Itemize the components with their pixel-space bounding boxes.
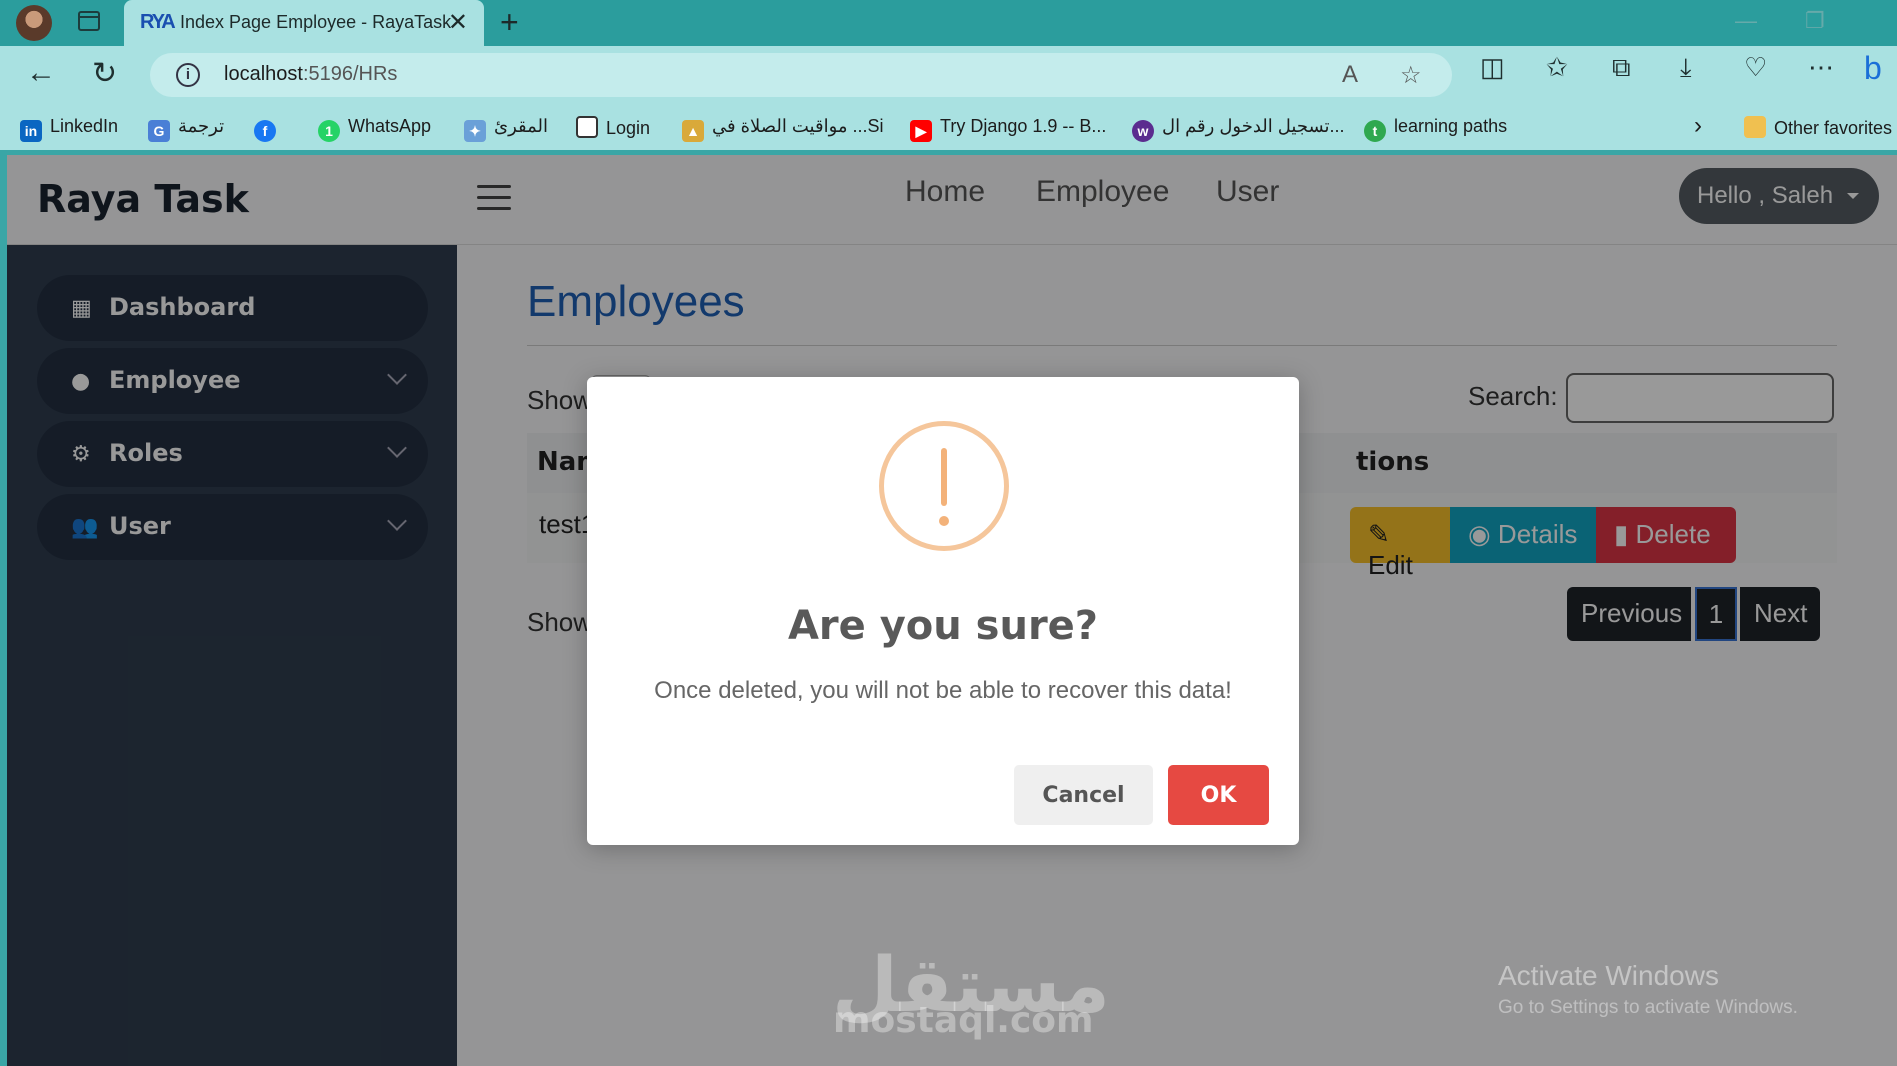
quran-icon: ✦: [464, 120, 486, 142]
copilot-icon[interactable]: b: [1864, 50, 1882, 87]
page-icon: [576, 116, 598, 138]
bookmark-prayer-times[interactable]: ▲ مواقيت الصلاة في ...Si: [682, 116, 884, 142]
read-aloud-icon[interactable]: A: [1342, 61, 1358, 89]
bookmarks-bar: in LinkedIn G ترجمة f 1 WhatsApp ✦ المقرئ Lo…: [0, 110, 1897, 150]
whatsapp-icon: 1: [318, 120, 340, 142]
bookmark-login-number[interactable]: w تسجيل الدخول رقم ال...: [1132, 116, 1345, 142]
learning-icon: t: [1364, 120, 1386, 142]
address-bar[interactable]: i localhost:5196/HRs A ☆: [150, 53, 1452, 97]
url-text: localhost:5196/HRs: [224, 63, 398, 85]
downloads-icon[interactable]: ⤓: [1680, 52, 1692, 84]
split-screen-icon[interactable]: ◫: [1480, 52, 1505, 83]
mosque-icon: ▲: [682, 120, 704, 142]
translate-icon: G: [148, 120, 170, 142]
confirm-delete-dialog: Are you sure? Once deleted, you will not…: [587, 377, 1299, 845]
browser-tab-active[interactable]: RYA Index Page Employee - RayaTask ✕: [124, 0, 484, 46]
bookmark-try-django[interactable]: ▶ Try Django 1.9 -- B...: [910, 116, 1106, 142]
ok-button[interactable]: OK: [1168, 765, 1269, 825]
refresh-icon[interactable]: ↻: [92, 56, 117, 91]
activate-windows-subtitle: Go to Settings to activate Windows.: [1498, 997, 1798, 1018]
activate-windows-title: Activate Windows: [1498, 960, 1719, 991]
web-page: Raya Task Home Employee User Hello , Sal…: [7, 155, 1897, 1066]
bookmark-login[interactable]: Login: [576, 116, 650, 139]
site-info-icon[interactable]: i: [176, 63, 200, 87]
warning-icon: [879, 421, 1009, 551]
rayatask-favicon-icon: RYA: [140, 11, 176, 33]
bookmark-whatsapp[interactable]: 1 WhatsApp: [318, 116, 431, 142]
bookmark-facebook[interactable]: f: [254, 116, 284, 142]
youtube-icon: ▶: [910, 120, 932, 142]
bookmark-translate[interactable]: G ترجمة: [148, 116, 224, 142]
bookmark-learning-paths[interactable]: t learning paths: [1364, 116, 1507, 142]
facebook-icon: f: [254, 120, 276, 142]
bookmarks-overflow-icon[interactable]: ›: [1694, 112, 1702, 140]
performance-icon[interactable]: ♡: [1744, 52, 1767, 83]
more-options-icon[interactable]: ⋯: [1808, 52, 1834, 83]
tab-actions-icon[interactable]: [78, 11, 100, 31]
bookmark-linkedin[interactable]: in LinkedIn: [20, 116, 118, 142]
tab-title: Index Page Employee - RayaTask: [180, 12, 452, 32]
minimize-icon[interactable]: —: [1735, 8, 1757, 34]
web-icon: w: [1132, 120, 1154, 142]
bookmark-other-favorites[interactable]: Other favorites: [1744, 116, 1892, 139]
folder-icon: [1744, 116, 1766, 138]
bookmark-quran[interactable]: ✦ المقرئ: [464, 116, 548, 142]
profile-avatar[interactable]: [16, 5, 52, 41]
browser-tabbar: RYA Index Page Employee - RayaTask ✕ + —…: [0, 0, 1897, 46]
watermark-domain: mostaql.com: [833, 1000, 1094, 1041]
collections-icon[interactable]: ⧉: [1612, 52, 1631, 84]
dialog-title: Are you sure?: [787, 603, 1099, 649]
new-tab-icon[interactable]: +: [500, 4, 519, 41]
back-icon[interactable]: ←: [26, 56, 56, 90]
favorites-icon[interactable]: ✩: [1546, 52, 1568, 83]
close-tab-icon[interactable]: ✕: [448, 8, 468, 37]
cancel-button[interactable]: Cancel: [1014, 765, 1153, 825]
favorite-star-icon[interactable]: ☆: [1400, 61, 1422, 90]
restore-icon[interactable]: ❐: [1805, 8, 1825, 34]
dialog-message: Once deleted, you will not be able to re…: [654, 677, 1232, 704]
linkedin-icon: in: [20, 120, 42, 142]
